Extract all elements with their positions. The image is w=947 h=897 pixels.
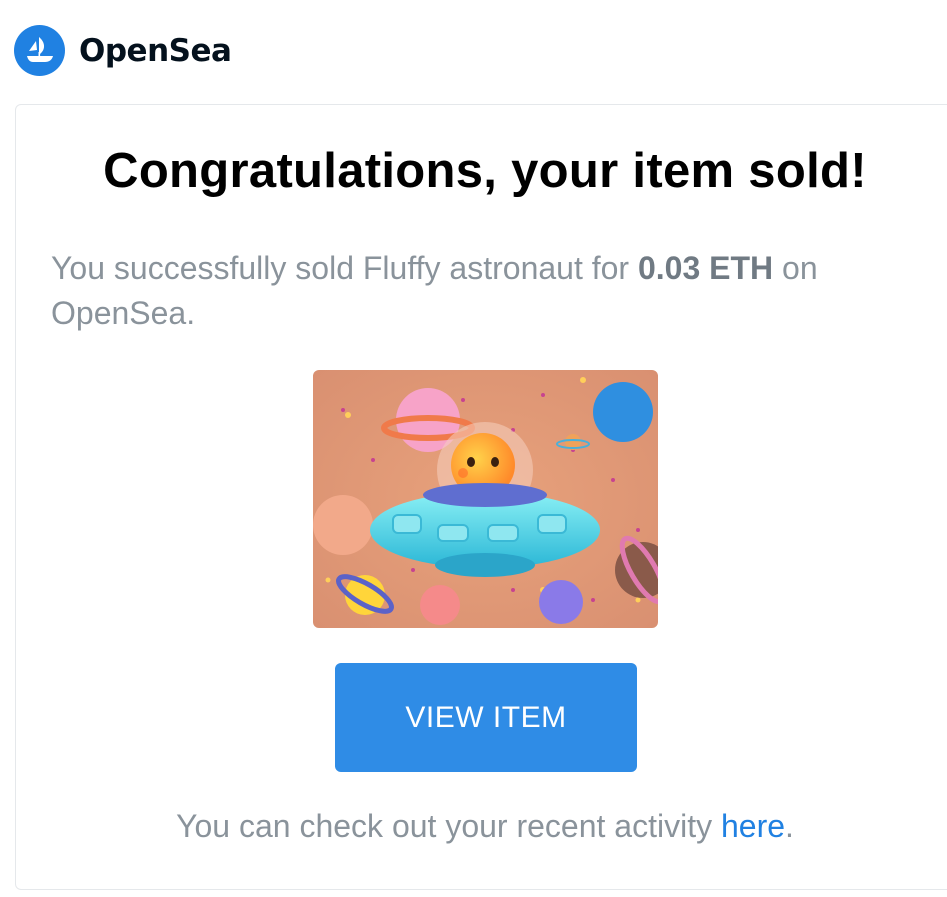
sale-amount: 0.03 ETH xyxy=(637,250,774,286)
activity-footer: You can check out your recent activity h… xyxy=(0,808,947,845)
page-title: Congratulations, your item sold! xyxy=(103,144,867,198)
sale-message: You successfully sold Fluffy astronaut f… xyxy=(51,246,931,336)
message-prefix: You successfully sold Fluffy astronaut f… xyxy=(51,250,638,286)
brand-name[interactable]: OpenSea xyxy=(79,33,232,69)
nft-item-image[interactable] xyxy=(313,370,658,628)
view-item-button[interactable]: VIEW ITEM xyxy=(335,663,637,772)
activity-link[interactable]: here xyxy=(721,808,785,844)
footer-prefix: You can check out your recent activity xyxy=(176,808,721,844)
footer-suffix: . xyxy=(785,808,794,844)
opensea-logo-icon[interactable] xyxy=(14,25,65,76)
email-header: OpenSea xyxy=(14,25,232,76)
